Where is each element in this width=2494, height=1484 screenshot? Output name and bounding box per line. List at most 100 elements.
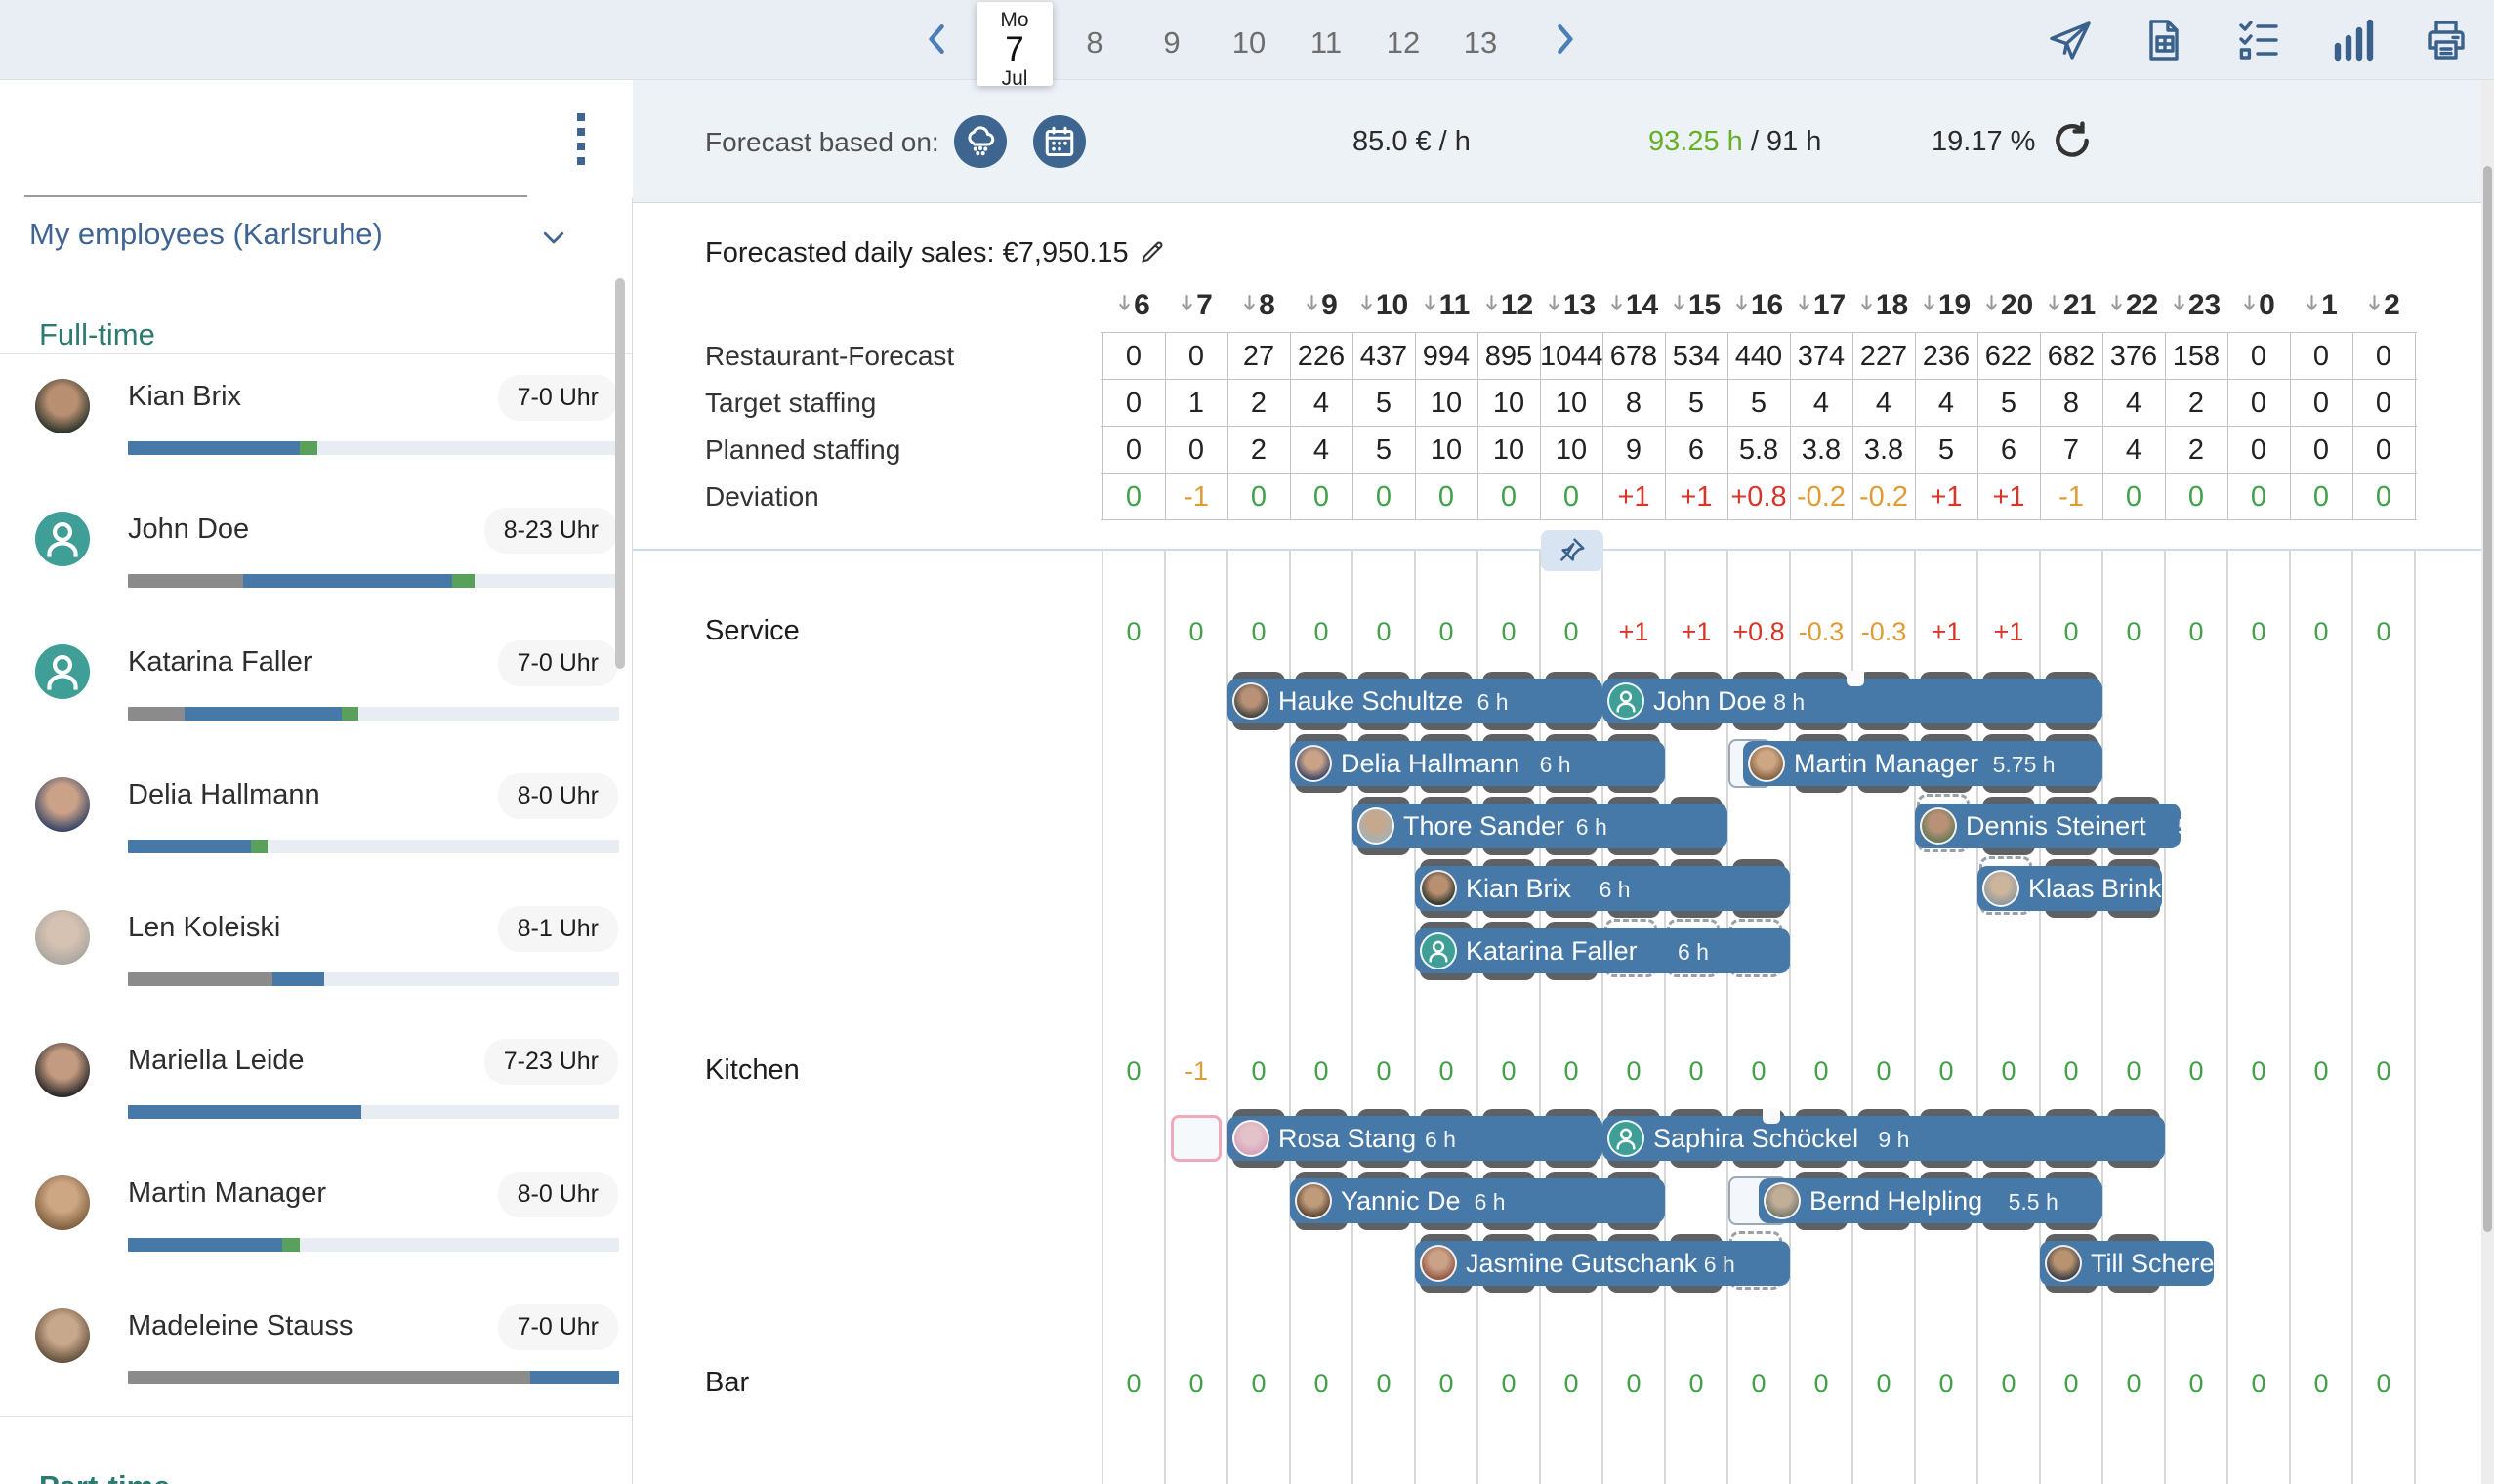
- main-scrollbar-thumb[interactable]: [2483, 166, 2492, 1232]
- deviation-cell: -1: [1165, 481, 1227, 514]
- employee-row[interactable]: Martin Manager8-0 Uhr: [0, 1150, 632, 1283]
- section-deviation-cell: 0: [1415, 617, 1477, 647]
- deviation-cell: +1: [1665, 481, 1727, 514]
- refresh-icon[interactable]: [2051, 119, 2094, 162]
- top-bar: Mo 7 Jul 8910111213: [0, 0, 2494, 80]
- shift-bar[interactable]: Katarina Faller6 h: [1415, 928, 1790, 973]
- table-cell: 0: [1102, 341, 1165, 373]
- table-cell: 1044: [1540, 341, 1602, 373]
- forecast-strip: Forecast based on: 85.0 € / h 93.25 h / …: [633, 80, 2494, 203]
- employee-group-dropdown[interactable]: My employees (Karlsruhe): [29, 217, 615, 260]
- shift-bar[interactable]: Klaas Brinkr: [1977, 866, 2162, 911]
- progress-segment-blue: [243, 574, 452, 588]
- shift-avatar: [1764, 1182, 1801, 1219]
- day-tab-9[interactable]: 9: [1143, 25, 1201, 61]
- gantt-gridline: [1164, 551, 1166, 1484]
- shift-bar[interactable]: Bernd Helpling5.5 h: [1759, 1178, 2102, 1223]
- daily-sales-line: Forecasted daily sales: €7,950.15: [705, 237, 1166, 269]
- shift-avatar: [1357, 807, 1394, 845]
- shift-bar[interactable]: Hauke Schultze6 h: [1227, 679, 1602, 723]
- deviation-cell: 0: [1352, 481, 1415, 514]
- table-cell: 10: [1540, 434, 1602, 467]
- section-deviation-cell: 0: [1852, 1369, 1915, 1399]
- shift-bar[interactable]: Rosa Stang6 h: [1227, 1116, 1602, 1161]
- day-tab-13[interactable]: 13: [1451, 25, 1510, 61]
- weather-icon[interactable]: [954, 115, 1007, 168]
- section-deviation-cell: 0: [1915, 1056, 1977, 1087]
- main-scrollbar-track[interactable]: [2481, 80, 2494, 1484]
- shift-bar[interactable]: Till Scherer: [2040, 1241, 2214, 1286]
- section-deviation-cell: 0: [1290, 1056, 1352, 1087]
- progress-segment-blue: [128, 840, 251, 853]
- shift-bar[interactable]: Delia Hallmann6 h: [1290, 741, 1665, 786]
- table-cell: 0: [2290, 434, 2352, 467]
- hour-header-6: 6: [1102, 289, 1165, 322]
- sidebar-scrollbar[interactable]: [615, 278, 625, 669]
- shift-employee-name: Thore Sander: [1403, 811, 1564, 842]
- employee-row[interactable]: Madeleine Stauss7-0 Uhr: [0, 1283, 632, 1416]
- employee-row[interactable]: Kian Brix7-0 Uhr: [0, 353, 632, 486]
- shift-bar[interactable]: Martin Manager5.75 h: [1743, 741, 2102, 786]
- employee-row[interactable]: Delia Hallmann8-0 Uhr: [0, 752, 632, 885]
- section-deviation-cell: -1: [1165, 1056, 1227, 1087]
- shift-bar[interactable]: Saphira Schöckel9 h: [1602, 1116, 2165, 1161]
- calendar-icon[interactable]: [1033, 115, 1086, 168]
- table-cell: 3.8: [1790, 434, 1852, 467]
- edit-pencil-icon[interactable]: [1139, 238, 1166, 266]
- hour-header-2: 2: [2352, 289, 2415, 322]
- kebab-menu-icon[interactable]: [574, 113, 588, 174]
- table-cell: 8: [1602, 388, 1665, 420]
- next-week-button[interactable]: [1543, 18, 1586, 61]
- day-tab-8[interactable]: 8: [1065, 25, 1124, 61]
- hour-header-17: 17: [1790, 289, 1852, 322]
- avatar: [35, 1175, 90, 1230]
- table-cell: 0: [2352, 434, 2415, 467]
- day-tab-10[interactable]: 10: [1220, 25, 1278, 61]
- section-deviation-cell: 0: [1415, 1369, 1477, 1399]
- day-tab-11[interactable]: 11: [1297, 25, 1355, 61]
- shift-bar[interactable]: Kian Brix6 h: [1415, 866, 1790, 911]
- employee-row[interactable]: Katarina Faller7-0 Uhr: [0, 619, 632, 752]
- table-cell: 5: [1915, 434, 1977, 467]
- checklist-icon[interactable]: [2235, 17, 2282, 63]
- shift-hours-label: 9 h: [1878, 1127, 1909, 1153]
- shift-avatar: [1982, 870, 2019, 907]
- employee-name: Kian Brix: [128, 381, 241, 413]
- stats-icon[interactable]: [2330, 17, 2377, 63]
- employee-row[interactable]: John Doe8-23 Uhr: [0, 486, 632, 619]
- shift-bar[interactable]: Dennis Steinert5 h: [1915, 804, 2181, 848]
- selected-day-tab[interactable]: Mo 7 Jul: [977, 2, 1053, 86]
- prev-week-button[interactable]: [916, 18, 959, 61]
- employee-row[interactable]: Len Koleiski8-1 Uhr: [0, 885, 632, 1017]
- table-cell: 5: [1352, 388, 1415, 420]
- understaffed-slot[interactable]: [1171, 1115, 1221, 1162]
- shift-bar[interactable]: Yannic De6 h: [1290, 1178, 1665, 1223]
- employee-progress-bar: [128, 972, 619, 986]
- employee-sidebar: My employees (Karlsruhe) Full-time Kian …: [0, 80, 633, 1484]
- table-cell: 0: [2227, 388, 2290, 420]
- section-deviation-cell: 0: [2290, 1369, 2352, 1399]
- hour-header-11: 11: [1415, 289, 1477, 322]
- section-deviation-cell: 0: [2290, 617, 2352, 647]
- shift-avatar: [1607, 682, 1644, 720]
- table-cell: 5: [1727, 388, 1790, 420]
- employee-row[interactable]: Mariella Leide7-23 Uhr: [0, 1017, 632, 1150]
- table-cell: 6: [1977, 434, 2040, 467]
- export-table-icon[interactable]: [2141, 17, 2187, 63]
- table-row-label: Restaurant-Forecast: [705, 341, 954, 372]
- chevron-down-icon: [539, 223, 568, 252]
- table-cell: 376: [2102, 341, 2165, 373]
- day-tab-12[interactable]: 12: [1374, 25, 1433, 61]
- send-icon[interactable]: [2047, 17, 2094, 63]
- section-deviation-cell: 0: [1102, 1056, 1165, 1087]
- table-cell: 0: [2290, 388, 2352, 420]
- pin-button[interactable]: [1541, 530, 1603, 571]
- section-deviation-cell: 0: [2227, 617, 2290, 647]
- section-deviation-cell: 0: [1165, 1369, 1227, 1399]
- print-icon[interactable]: [2423, 17, 2470, 63]
- section-deviation-cell: 0: [1165, 617, 1227, 647]
- shift-bar[interactable]: Jasmine Gutschank6 h: [1415, 1241, 1790, 1286]
- progress-segment-blue: [128, 441, 300, 455]
- progress-segment-blue: [185, 707, 342, 721]
- shift-bar[interactable]: Thore Sander6 h: [1352, 804, 1727, 848]
